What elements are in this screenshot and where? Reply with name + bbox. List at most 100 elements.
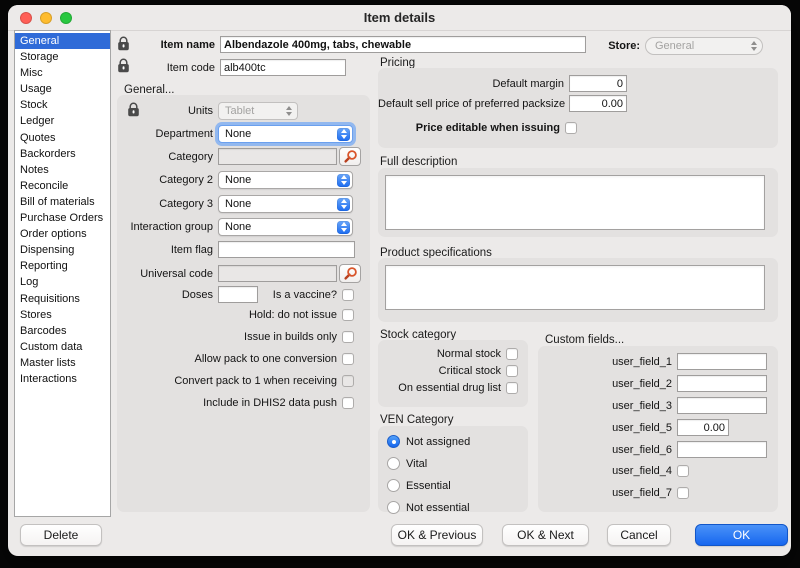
sidebar-item-ledger[interactable]: Ledger bbox=[15, 113, 110, 129]
doses-input[interactable] bbox=[218, 286, 258, 303]
user-field-3-input[interactable] bbox=[677, 397, 767, 414]
sidebar-item-usage[interactable]: Usage bbox=[15, 81, 110, 97]
normal-stock-checkbox[interactable] bbox=[506, 348, 518, 360]
user-field-5-label: user_field_5 bbox=[538, 422, 672, 434]
sidebar-item-dispensing[interactable]: Dispensing bbox=[15, 242, 110, 258]
full-description-label: Full description bbox=[380, 156, 457, 168]
magnifier-icon bbox=[343, 266, 358, 281]
user-field-4-checkbox[interactable] bbox=[677, 465, 689, 477]
ven-not-essential-radio[interactable] bbox=[387, 501, 400, 514]
sidebar-item-master-lists[interactable]: Master lists bbox=[15, 355, 110, 371]
delete-button[interactable]: Delete bbox=[20, 524, 102, 546]
item-name-label: Item name bbox=[128, 39, 215, 51]
user-field-1-label: user_field_1 bbox=[538, 356, 672, 368]
category3-select[interactable]: None bbox=[218, 195, 353, 213]
up-down-chevrons-icon bbox=[337, 198, 350, 211]
sidebar-item-order-options[interactable]: Order options bbox=[15, 226, 110, 242]
ven-vital-radio[interactable] bbox=[387, 457, 400, 470]
category2-select[interactable]: None bbox=[218, 171, 353, 189]
include-in-dhis2-data-push-checkbox[interactable] bbox=[342, 397, 354, 409]
close-icon[interactable] bbox=[20, 12, 32, 24]
allow-pack-to-one-conversion-checkbox[interactable] bbox=[342, 353, 354, 365]
is-a-vaccine-checkbox[interactable] bbox=[342, 289, 354, 301]
minimize-icon[interactable] bbox=[40, 12, 52, 24]
user-field-6-label: user_field_6 bbox=[538, 444, 672, 456]
user-field-4-label: user_field_4 bbox=[538, 465, 672, 477]
item-name-input[interactable] bbox=[220, 36, 586, 53]
user-field-3-label: user_field_3 bbox=[538, 400, 672, 412]
category3-label: Category 3 bbox=[125, 198, 213, 210]
up-down-chevrons-icon bbox=[751, 41, 757, 51]
ven-not-assigned-label: Not assigned bbox=[406, 436, 470, 448]
issue-in-builds-only-checkbox[interactable] bbox=[342, 331, 354, 343]
item-details-window: Item details General Storage Misc Usage … bbox=[8, 5, 791, 556]
user-field-1-input[interactable] bbox=[677, 353, 767, 370]
allow-pack-to-one-conversion-label: Allow pack to one conversion bbox=[195, 353, 337, 365]
sidebar-item-reconcile[interactable]: Reconcile bbox=[15, 178, 110, 194]
default-sell-price-input[interactable] bbox=[569, 95, 627, 112]
sidebar-item-misc[interactable]: Misc bbox=[15, 65, 110, 81]
category2-label: Category 2 bbox=[125, 174, 213, 186]
sidebar-item-bill-of-materials[interactable]: Bill of materials bbox=[15, 194, 110, 210]
ok-previous-button[interactable]: OK & Previous bbox=[391, 524, 483, 546]
units-select[interactable]: Tablet bbox=[218, 102, 298, 120]
up-down-chevrons-icon bbox=[286, 106, 292, 116]
item-flag-input[interactable] bbox=[218, 241, 355, 258]
is-a-vaccine-label: Is a vaccine? bbox=[273, 289, 337, 301]
user-field-7-label: user_field_7 bbox=[538, 487, 672, 499]
universal-code-input[interactable] bbox=[218, 265, 337, 282]
ven-vital-label: Vital bbox=[406, 458, 427, 470]
sidebar-item-reporting[interactable]: Reporting bbox=[15, 258, 110, 274]
sidebar-item-storage[interactable]: Storage bbox=[15, 49, 110, 65]
sidebar-item-purchase-orders[interactable]: Purchase Orders bbox=[15, 210, 110, 226]
hold-do-not-issue-checkbox[interactable] bbox=[342, 309, 354, 321]
item-code-input[interactable] bbox=[220, 59, 346, 76]
sidebar-item-requisitions[interactable]: Requisitions bbox=[15, 291, 110, 307]
interaction-group-label: Interaction group bbox=[125, 221, 213, 233]
sidebar-item-barcodes[interactable]: Barcodes bbox=[15, 323, 110, 339]
user-field-7-checkbox[interactable] bbox=[677, 487, 689, 499]
store-select[interactable]: General bbox=[645, 37, 763, 55]
pricing-panel: Default margin Default sell price of pre… bbox=[378, 68, 778, 148]
ok-next-button[interactable]: OK & Next bbox=[502, 524, 589, 546]
ok-button[interactable]: OK bbox=[695, 524, 788, 546]
ven-essential-label: Essential bbox=[406, 480, 451, 492]
doses-label: Doses bbox=[125, 289, 213, 301]
cancel-button[interactable]: Cancel bbox=[607, 524, 671, 546]
department-select[interactable]: None bbox=[218, 125, 353, 143]
category-input[interactable] bbox=[218, 148, 337, 165]
units-label: Units bbox=[125, 105, 213, 117]
on-essential-drug-list-checkbox[interactable] bbox=[506, 382, 518, 394]
item-flag-label: Item flag bbox=[125, 244, 213, 256]
window-controls bbox=[20, 12, 72, 24]
full-description-textarea[interactable] bbox=[385, 175, 765, 230]
price-editable-checkbox[interactable] bbox=[565, 122, 577, 134]
category-label: Category bbox=[125, 151, 213, 163]
sidebar-item-quotes[interactable]: Quotes bbox=[15, 130, 110, 146]
sidebar-item-custom-data[interactable]: Custom data bbox=[15, 339, 110, 355]
product-specifications-textarea[interactable] bbox=[385, 265, 765, 310]
user-field-5-input[interactable] bbox=[677, 419, 729, 436]
universal-code-search-button[interactable] bbox=[339, 264, 361, 283]
interaction-group-select[interactable]: None bbox=[218, 218, 353, 236]
convert-pack-to-1-when-receiving-checkbox[interactable] bbox=[342, 375, 354, 387]
zoom-icon[interactable] bbox=[60, 12, 72, 24]
ven-not-assigned-radio[interactable] bbox=[387, 435, 400, 448]
sidebar-item-general[interactable]: General bbox=[15, 33, 110, 49]
sidebar-item-interactions[interactable]: Interactions bbox=[15, 371, 110, 387]
ven-essential-radio[interactable] bbox=[387, 479, 400, 492]
sidebar: General Storage Misc Usage Stock Ledger … bbox=[14, 30, 111, 517]
magnifier-icon bbox=[343, 149, 358, 164]
user-field-2-input[interactable] bbox=[677, 375, 767, 392]
ven-not-essential-label: Not essential bbox=[406, 502, 470, 514]
general-panel: Units Tablet Department None Category bbox=[117, 95, 370, 512]
category-search-button[interactable] bbox=[339, 147, 361, 166]
default-margin-input[interactable] bbox=[569, 75, 627, 92]
sidebar-item-log[interactable]: Log bbox=[15, 274, 110, 290]
sidebar-item-stores[interactable]: Stores bbox=[15, 307, 110, 323]
sidebar-item-backorders[interactable]: Backorders bbox=[15, 146, 110, 162]
user-field-6-input[interactable] bbox=[677, 441, 767, 458]
sidebar-item-stock[interactable]: Stock bbox=[15, 97, 110, 113]
critical-stock-checkbox[interactable] bbox=[506, 365, 518, 377]
sidebar-item-notes[interactable]: Notes bbox=[15, 162, 110, 178]
